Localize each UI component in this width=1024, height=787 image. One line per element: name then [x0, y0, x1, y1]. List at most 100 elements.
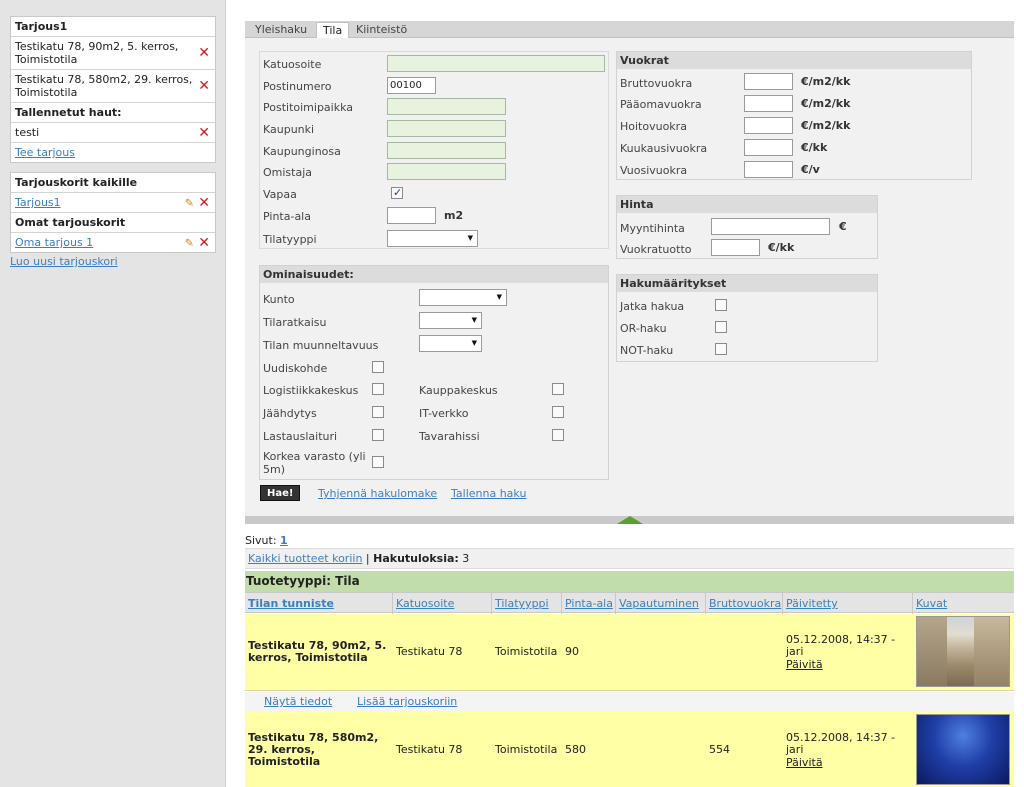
tab-property[interactable]: Kiinteistö	[350, 22, 413, 38]
update-link[interactable]: Päivitä	[786, 659, 823, 671]
make-offer-row: Tee tarjous	[11, 143, 215, 162]
search-definitions-panel: Hakumääritykset Jatka hakua OR-haku NOT-…	[616, 274, 878, 362]
page-link[interactable]: 1	[280, 534, 288, 547]
remove-icon[interactable]: ✕	[198, 46, 210, 60]
address-label: Katuosoite	[263, 58, 322, 71]
space-type-select[interactable]	[387, 230, 478, 247]
or-search-checkbox[interactable]	[715, 321, 727, 333]
col-updated[interactable]: Päivitetty	[786, 597, 838, 610]
results-count-label: Hakutuloksia:	[373, 552, 459, 565]
yearly-rent-unit: €/v	[801, 163, 820, 176]
rental-yield-input[interactable]	[711, 239, 760, 256]
space-photo[interactable]	[916, 714, 1010, 785]
type-cell: Toimistotila	[495, 743, 558, 756]
remove-icon[interactable]: ✕	[198, 79, 210, 93]
address-input[interactable]	[387, 55, 605, 72]
gross-rent-label: Bruttovuokra	[620, 77, 693, 90]
results-count: 3	[462, 552, 470, 565]
save-search-link[interactable]: Tallenna haku	[451, 487, 526, 500]
postal-city-input[interactable]	[387, 98, 506, 115]
col-area[interactable]: Pinta-ala	[565, 597, 613, 610]
saved-search-label[interactable]: testi	[15, 126, 39, 139]
col-address[interactable]: Katuosoite	[396, 597, 454, 610]
logistics-checkbox[interactable]	[372, 383, 384, 395]
col-gross-rent[interactable]: Bruttovuokra	[709, 597, 781, 610]
layout-select[interactable]	[419, 312, 482, 329]
city-label: Kaupunki	[263, 123, 315, 136]
offer-item: Testikatu 78, 90m2, 5. kerros, Toimistot…	[11, 37, 215, 70]
continue-search-checkbox[interactable]	[715, 299, 727, 311]
col-space-type[interactable]: Tilatyyppi	[495, 597, 549, 610]
tab-general[interactable]: Yleishaku	[249, 22, 313, 38]
monthly-rent-label: Kuukausivuokra	[620, 142, 708, 155]
owner-input[interactable]	[387, 163, 506, 180]
sale-price-input[interactable]	[711, 218, 830, 235]
search-button[interactable]: Hae!	[260, 485, 301, 501]
postal-code-input[interactable]: 00100	[387, 77, 436, 94]
maintenance-rent-unit: €/m2/kk	[801, 119, 851, 132]
all-baskets-title: Tarjouskorit kaikille	[11, 173, 215, 193]
properties-title: Ominaisuudet:	[260, 266, 608, 283]
mall-checkbox[interactable]	[552, 383, 564, 395]
goods-lift-checkbox[interactable]	[552, 429, 564, 441]
it-network-checkbox[interactable]	[552, 406, 564, 418]
tab-space[interactable]: Tila	[316, 22, 350, 38]
clear-form-link[interactable]: Tyhjennä hakulomake	[318, 487, 437, 500]
main: Yleishaku Tila Kiinteistö Katuosoite Pos…	[245, 0, 1014, 787]
remove-icon[interactable]: ✕	[198, 126, 210, 140]
pagination: Sivut: 1	[245, 534, 288, 547]
vacant-checkbox[interactable]	[391, 186, 403, 199]
saved-searches-title: Tallennetut haut:	[11, 103, 215, 123]
area-cell: 90	[565, 645, 579, 658]
update-link[interactable]: Päivitä	[786, 757, 823, 769]
area-input[interactable]	[387, 207, 436, 224]
edit-icon[interactable]: ✎	[185, 196, 194, 209]
type-cell: Toimistotila	[495, 645, 558, 658]
high-storage-label: Korkea varasto (yli 5m)	[263, 450, 366, 476]
yearly-rent-input[interactable]	[744, 161, 793, 178]
gross-rent-input[interactable]	[744, 73, 793, 90]
condition-label: Kunto	[263, 293, 295, 306]
not-search-checkbox[interactable]	[715, 343, 727, 355]
mall-label: Kauppakeskus	[419, 384, 498, 397]
district-input[interactable]	[387, 142, 506, 159]
cooling-checkbox[interactable]	[372, 406, 384, 418]
space-id-cell: Testikatu 78, 580m2, 29. kerros, Toimist…	[248, 731, 379, 768]
condition-select[interactable]	[419, 289, 507, 306]
show-details-link[interactable]: Näytä tiedot	[264, 695, 332, 708]
space-id-cell: Testikatu 78, 90m2, 5. kerros, Toimistot…	[248, 639, 387, 664]
price-panel: Hinta Myyntihinta € Vuokratuotto €/kk	[616, 195, 878, 259]
edit-icon[interactable]: ✎	[185, 236, 194, 249]
remove-icon[interactable]: ✕	[198, 196, 210, 210]
high-storage-checkbox[interactable]	[372, 456, 384, 468]
new-basket-link[interactable]: Luo uusi tarjouskori	[10, 253, 216, 268]
saved-search-item: testi ✕	[11, 123, 215, 143]
remove-icon[interactable]: ✕	[198, 236, 210, 250]
add-all-to-basket-link[interactable]: Kaikki tuotteet koriin	[248, 552, 362, 565]
city-input[interactable]	[387, 120, 506, 137]
col-images[interactable]: Kuvat	[916, 597, 947, 610]
capital-rent-unit: €/m2/kk	[801, 97, 851, 110]
basket-link[interactable]: Tarjous1	[15, 196, 61, 209]
loading-dock-checkbox[interactable]	[372, 429, 384, 441]
basket-link[interactable]: Oma tarjous 1	[15, 236, 93, 249]
postal-code-label: Postinumero	[263, 80, 332, 93]
col-vacancy[interactable]: Vapautuminen	[619, 597, 699, 610]
make-offer-link[interactable]: Tee tarjous	[15, 146, 75, 159]
capital-rent-input[interactable]	[744, 95, 793, 112]
new-building-checkbox[interactable]	[372, 361, 384, 373]
table-row: Testikatu 78, 580m2, 29. kerros, Toimist…	[245, 712, 1014, 787]
continue-search-label: Jatka hakua	[620, 300, 685, 313]
add-to-basket-link[interactable]: Lisää tarjouskoriin	[357, 695, 457, 708]
goods-lift-label: Tavarahissi	[419, 430, 480, 443]
col-space-id[interactable]: Tilan tunniste	[248, 597, 334, 610]
maintenance-rent-input[interactable]	[744, 117, 793, 134]
layout-label: Tilaratkaisu	[263, 316, 327, 329]
area-cell: 580	[565, 743, 586, 756]
collapse-arrow-icon[interactable]	[617, 516, 643, 524]
monthly-rent-input[interactable]	[744, 139, 793, 156]
it-network-label: IT-verkko	[419, 407, 469, 420]
space-photo[interactable]	[916, 616, 1010, 687]
flexibility-select[interactable]	[419, 335, 482, 352]
maintenance-rent-label: Hoitovuokra	[620, 120, 687, 133]
